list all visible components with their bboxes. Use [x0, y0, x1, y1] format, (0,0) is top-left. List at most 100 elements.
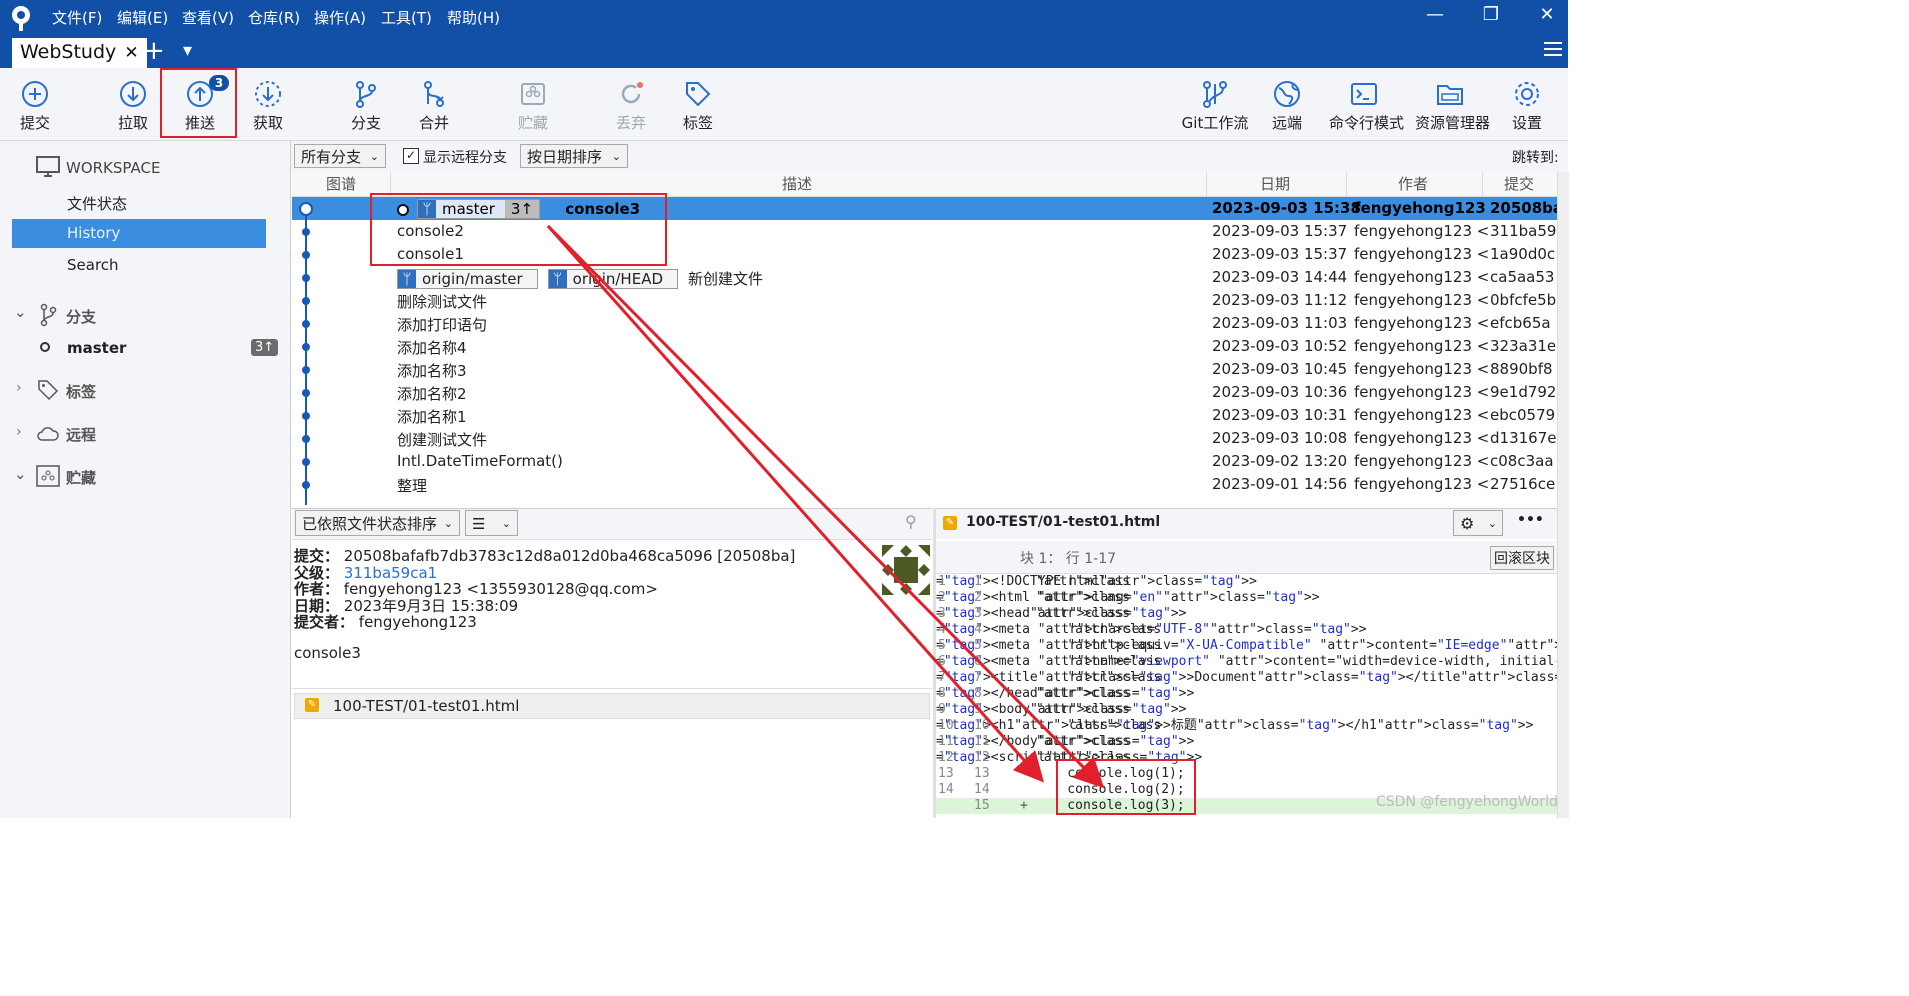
column-separator[interactable]	[1346, 172, 1347, 196]
branches-header[interactable]: 分支	[66, 306, 96, 327]
commit-author: fengyehong123 <	[1354, 452, 1490, 470]
title-bar	[0, 0, 1568, 36]
stashes-header[interactable]: 贮藏	[66, 467, 96, 488]
commit-hash: 9e1d792	[1490, 383, 1557, 401]
table-row[interactable]: ᛘ origin/master ᛘ origin/HEAD 新创建文件 2023-09-…	[292, 266, 1557, 289]
table-row[interactable]: 添加名称2 2023-09-03 10:36 fengyehong123 < 9…	[292, 381, 1557, 404]
hamburger-menu-icon[interactable]	[1544, 42, 1562, 56]
vertical-scrollbar[interactable]	[1557, 172, 1569, 818]
commit-date: 2023-09-03 15:37	[1212, 222, 1348, 240]
remote-button[interactable]: 远端	[1252, 70, 1322, 136]
fetch-button[interactable]: 获取	[233, 70, 303, 136]
commit-hash: efcb65a	[1490, 314, 1551, 332]
table-row[interactable]: 添加名称3 2023-09-03 10:45 fengyehong123 < 8…	[292, 358, 1557, 381]
changed-file-row[interactable]: ✎ 100-TEST/01-test01.html	[294, 693, 930, 719]
column-separator[interactable]	[1206, 172, 1207, 196]
sidebar-item-file-status[interactable]: 文件状态	[67, 193, 127, 214]
discard-button[interactable]: 丢弃	[596, 70, 666, 136]
branch-filter-dropdown[interactable]: 所有分支 ⌄	[294, 144, 386, 168]
pull-button[interactable]: 拉取	[98, 70, 168, 136]
menu-tools[interactable]: 工具(T)	[381, 7, 432, 28]
column-separator[interactable]	[1482, 172, 1483, 196]
sort-order-dropdown[interactable]: 按日期排序 ⌄	[520, 144, 628, 168]
diff-line: 44 "attr">class ="tag"><meta "attr">chars…	[936, 622, 1367, 637]
menu-help[interactable]: 帮助(H)	[447, 7, 500, 28]
chevron-down-icon: ⌄	[443, 517, 453, 530]
add-tab-button[interactable]: +	[143, 36, 165, 66]
menu-file[interactable]: 文件(F)	[52, 7, 102, 28]
branch-button[interactable]: 分支	[331, 70, 401, 136]
show-remote-checkbox[interactable]: ✓	[403, 148, 419, 164]
explorer-button[interactable]: 资源管理器	[1415, 70, 1490, 136]
column-date[interactable]: 日期	[1260, 173, 1290, 194]
tags-expand-chevron-icon[interactable]: ›	[16, 380, 22, 396]
ref-origin-head[interactable]: ᛘ origin/HEAD	[547, 269, 679, 289]
commit-message: 添加名称2	[397, 385, 467, 403]
commit-button[interactable]: 提交	[0, 70, 70, 136]
workspace-header: WORKSPACE	[66, 159, 161, 177]
commit-message: Intl.DateTimeFormat()	[397, 452, 563, 470]
remotes-header[interactable]: 远程	[66, 424, 96, 445]
committer-line: 提交者： fengyehong123	[294, 613, 477, 631]
commit-author: fengyehong123 <	[1354, 222, 1490, 240]
remotes-expand-chevron-icon[interactable]: ›	[16, 424, 22, 440]
column-commit[interactable]: 提交	[1504, 173, 1534, 194]
tab-webstudy[interactable]: WebStudy ✕	[12, 38, 147, 68]
tab-list-dropdown-icon[interactable]: ▾	[183, 40, 192, 61]
discard-icon	[621, 82, 643, 104]
menu-view[interactable]: 查看(V)	[182, 7, 234, 28]
commit-date: 2023-09-03 11:12	[1212, 291, 1348, 309]
modified-file-icon: ✎	[305, 698, 319, 712]
sidebar-item-history[interactable]: History	[12, 219, 266, 248]
menu-actions[interactable]: 操作(A)	[314, 7, 366, 28]
menu-repository[interactable]: 仓库(R)	[248, 7, 300, 28]
tab-bar	[0, 36, 1568, 68]
table-row[interactable]: 删除测试文件 2023-09-03 11:12 fengyehong123 < …	[292, 289, 1557, 312]
menu-edit[interactable]: 编辑(E)	[117, 7, 168, 28]
more-options-button[interactable]: •••	[1517, 512, 1544, 528]
git-flow-button[interactable]: Git工作流	[1180, 70, 1250, 136]
maximize-button[interactable]: ❐	[1476, 4, 1506, 25]
cloud-icon	[37, 427, 59, 441]
terminal-button[interactable]: 命令行模式	[1329, 70, 1404, 136]
commit-node-icon	[302, 343, 310, 351]
commit-icon	[22, 81, 48, 107]
minimize-button[interactable]: —	[1420, 4, 1450, 25]
column-graph[interactable]: 图谱	[326, 173, 356, 194]
stashes-expand-chevron-icon[interactable]: ⌄	[14, 465, 27, 483]
diff-line: 9 9 "attr">class ="tag"><body"attr">class="…	[936, 702, 1187, 717]
branches-expand-chevron-icon[interactable]: ⌄	[14, 303, 27, 321]
tags-header[interactable]: 标签	[66, 381, 96, 402]
column-author[interactable]: 作者	[1398, 173, 1428, 194]
table-row[interactable]: 整理 2023-09-01 14:56 fengyehong123 < 2751…	[292, 473, 1557, 496]
table-row[interactable]: 添加名称1 2023-09-03 10:31 fengyehong123 < e…	[292, 404, 1557, 427]
commit-author: fengyehong123 <	[1354, 360, 1490, 378]
commit-refs-and-message: ᛘ origin/master ᛘ origin/HEAD 新创建文件	[397, 268, 763, 289]
changed-file-path: 100-TEST/01-test01.html	[333, 697, 520, 715]
diff-options-dropdown[interactable]: ⚙ ⌄	[1453, 510, 1503, 536]
sidebar-item-search[interactable]: Search	[67, 256, 119, 274]
diff-code-area[interactable]: 1 1 "attr">class ="tag"><!DOCTYPE html"attr…	[936, 574, 1557, 818]
settings-button[interactable]: 设置	[1492, 70, 1562, 136]
commit-node-icon	[302, 320, 310, 328]
commit-author: fengyehong123 <	[1354, 291, 1490, 309]
jump-to-label[interactable]: 跳转到:	[1512, 147, 1559, 167]
tab-close-icon[interactable]: ✕	[124, 43, 138, 63]
ref-origin-master[interactable]: ᛘ origin/master	[397, 269, 538, 289]
table-row[interactable]: 添加打印语句 2023-09-03 11:03 fengyehong123 < …	[292, 312, 1557, 335]
merge-icon	[424, 81, 444, 107]
close-window-button[interactable]: ✕	[1532, 4, 1562, 25]
table-row[interactable]: 创建测试文件 2023-09-03 10:08 fengyehong123 < …	[292, 427, 1557, 450]
merge-button[interactable]: 合并	[399, 70, 469, 136]
view-mode-dropdown[interactable]: ☰ ⌄	[465, 510, 518, 536]
stash-button[interactable]: 贮藏	[498, 70, 568, 136]
branch-master[interactable]: master	[67, 339, 126, 357]
search-icon[interactable]: ⚲	[905, 512, 917, 531]
table-row[interactable]: Intl.DateTimeFormat() 2023-09-02 13:20 f…	[292, 450, 1557, 473]
revert-hunk-button[interactable]: 回滚区块	[1490, 546, 1554, 570]
tag-button[interactable]: 标签	[663, 70, 733, 136]
column-description[interactable]: 描述	[782, 173, 812, 194]
file-sort-dropdown[interactable]: 已依照文件状态排序 ⌄	[295, 510, 460, 536]
table-row[interactable]: 添加名称4 2023-09-03 10:52 fengyehong123 < 3…	[292, 335, 1557, 358]
tab-label: WebStudy	[20, 41, 117, 63]
